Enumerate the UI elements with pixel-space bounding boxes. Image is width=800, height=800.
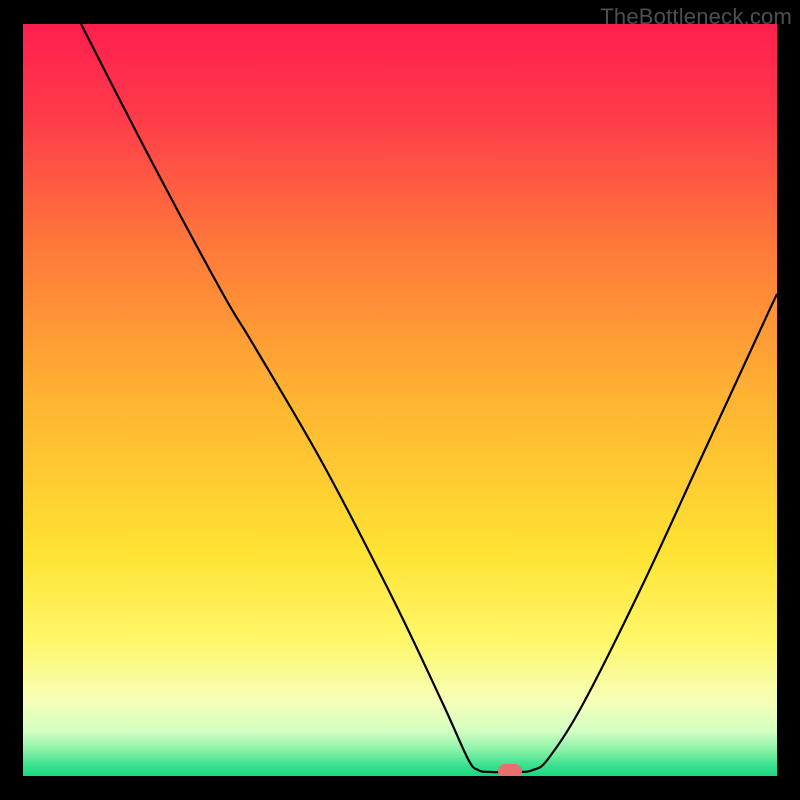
- bottleneck-curve: [23, 24, 777, 776]
- optimal-marker: [498, 764, 522, 776]
- plot-area: [23, 24, 777, 776]
- watermark-text: TheBottleneck.com: [600, 4, 792, 30]
- chart-frame: TheBottleneck.com: [0, 0, 800, 800]
